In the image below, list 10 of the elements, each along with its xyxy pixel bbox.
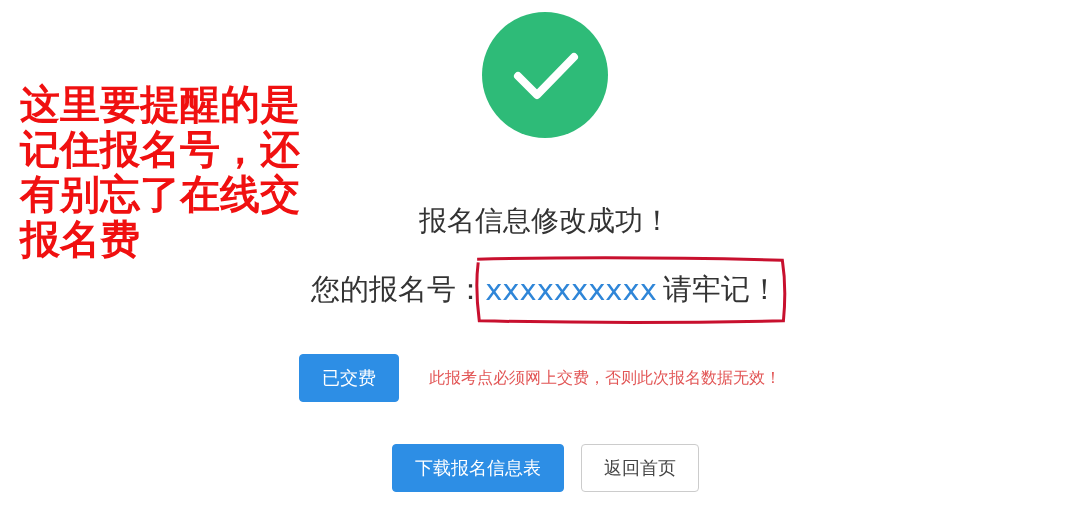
home-button[interactable]: 返回首页 [580,444,699,492]
payment-notice: 此报考点必须网上交费，否则此次报名数据无效！ [429,367,781,389]
number-label: 您的报名号： [311,271,486,308]
success-title: 报名信息修改成功！ [419,203,671,239]
annotation-note: 这里要提醒的是记住报名号，还有别忘了在线交报名费 [20,82,300,262]
success-check-icon [482,12,608,138]
paid-button[interactable]: 已交费 [299,354,399,402]
registration-number: xxxxxxxxxx [485,273,657,307]
download-button[interactable]: 下载报名信息表 [391,444,564,492]
reminder-text: 请牢记！ [662,271,779,308]
